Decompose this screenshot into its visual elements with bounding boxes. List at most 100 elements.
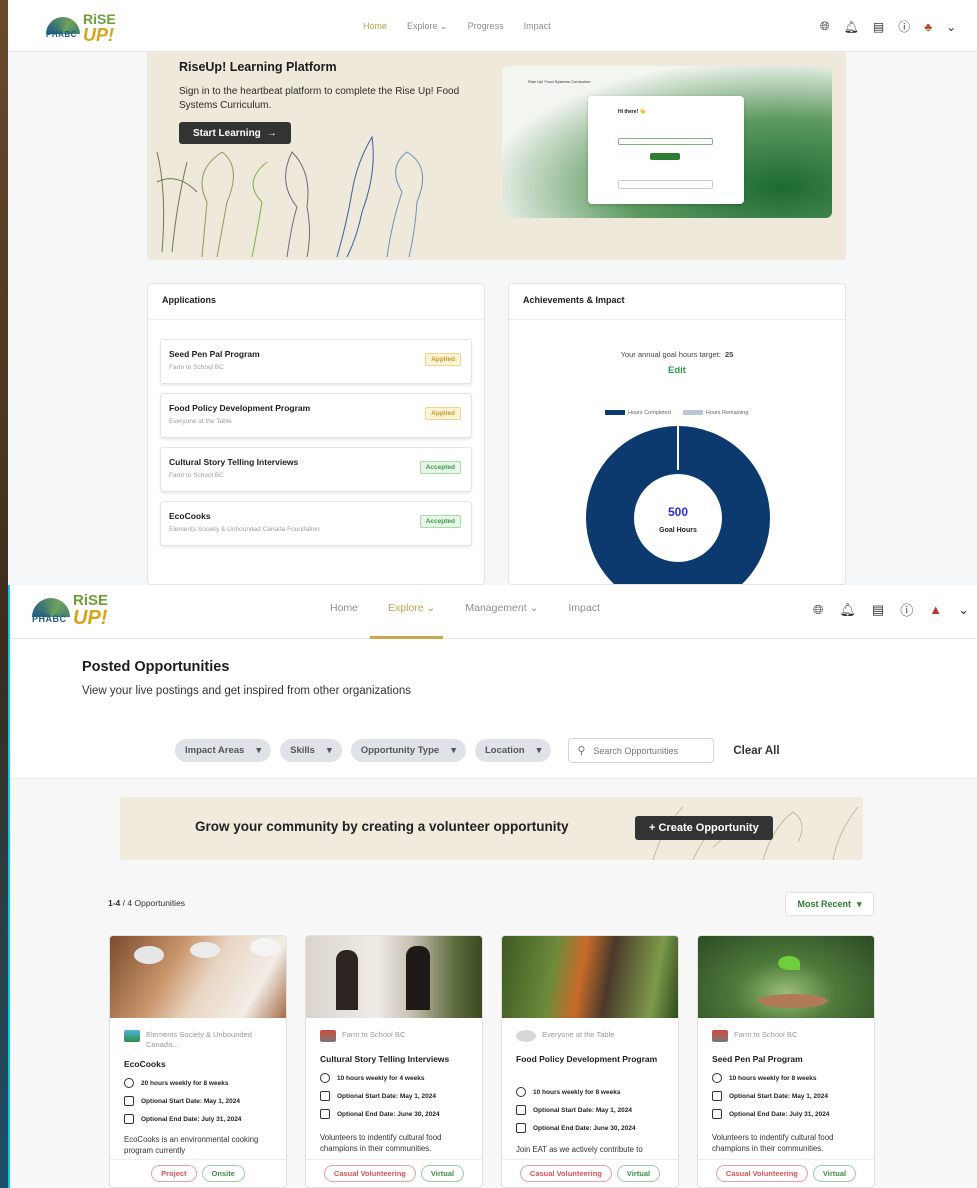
clear-all-button[interactable]: Clear All: [733, 745, 779, 757]
sort-dropdown[interactable]: Most Recent ▾: [785, 892, 874, 916]
clock-icon: [516, 1087, 526, 1097]
nav-home[interactable]: Home: [363, 21, 387, 32]
page-title: Posted Opportunities: [82, 659, 230, 675]
caret-down-icon: ▾: [256, 745, 262, 756]
org-logo-icon: [320, 1030, 336, 1042]
caret-down-icon: ▾: [326, 745, 332, 756]
application-item[interactable]: EcoCooks Elements Society & Unbounded Ca…: [160, 501, 472, 546]
help-icon[interactable]: ⓘ: [898, 18, 910, 35]
nav-management[interactable]: Management ⌄: [465, 602, 538, 614]
create-opportunity-button[interactable]: + Create Opportunity: [635, 816, 773, 840]
applications-title: Applications: [148, 284, 484, 320]
food-policy-photo: [502, 936, 678, 1018]
org-logo-icon: [124, 1030, 140, 1042]
org-logo-icon: [712, 1030, 728, 1042]
filter-opportunity-type[interactable]: Opportunity Type ▾: [350, 739, 466, 762]
chevron-down-icon[interactable]: ⌄: [958, 600, 969, 619]
header-actions: 🌐︎ 🔔︎ ▤ ⓘ ▲ ⌄: [813, 600, 969, 619]
posted-opportunities-screenshot: PHABC RiSE UP! Home Explore ⌄ Management…: [8, 585, 977, 1188]
preview-greeting: Hi there! 👋: [618, 109, 646, 115]
organization-name: Farm to School BC: [712, 1030, 867, 1042]
opportunity-card[interactable]: Everyone at the Table Food Policy Develo…: [501, 935, 679, 1188]
preview-title: Rise Up! Food Systems Curriculum: [528, 79, 591, 84]
nav-explore[interactable]: Explore ⌄: [388, 602, 435, 614]
end-date: Optional End Date: June 30, 2024: [516, 1123, 636, 1133]
application-org: Farm to School BC: [169, 472, 224, 479]
organization-name: Elements Society & Unbounded Canada...: [124, 1030, 279, 1050]
opportunity-card[interactable]: Elements Society & Unbounded Canada... E…: [109, 935, 287, 1188]
hours-commitment: 10 hours weekly for 8 weeks: [516, 1087, 620, 1097]
chevron-down-icon[interactable]: ⌄: [946, 18, 956, 35]
nav-impact[interactable]: Impact: [524, 21, 551, 32]
preview-google-button: [618, 180, 713, 189]
ecocooks-photo: [110, 936, 286, 1018]
opportunity-title: EcoCooks: [124, 1059, 166, 1069]
preview-continue-button: [650, 153, 680, 160]
filter-impact-areas[interactable]: Impact Areas ▾: [175, 739, 272, 762]
tag: Virtual: [812, 1165, 857, 1182]
status-badge: Accepted: [419, 461, 461, 474]
nav-progress[interactable]: Progress: [468, 21, 504, 32]
top-navbar: PHABC RiSE UP! Home Explore ⌄ Management…: [10, 585, 977, 639]
end-date: Optional End Date: July 31, 2024: [124, 1114, 241, 1124]
edit-goal-link[interactable]: Edit: [509, 365, 845, 376]
chevron-down-icon: ⌄: [426, 602, 436, 614]
hero-text: Sign in to the heartbeat platform to com…: [179, 86, 460, 111]
globe-icon[interactable]: 🌐︎: [820, 18, 830, 35]
platform-preview-image: Rise Up! Food Systems Curriculum Hi ther…: [502, 66, 832, 218]
avatar[interactable]: ♣: [924, 18, 932, 35]
opportunity-card[interactable]: Farm to School BC Seed Pen Pal Program 1…: [697, 935, 875, 1188]
page-header: Posted Opportunities View your live post…: [10, 639, 977, 779]
opportunity-card[interactable]: Farm to School BC Cultural Story Telling…: [305, 935, 483, 1188]
message-icon[interactable]: ▤: [873, 18, 884, 35]
help-icon[interactable]: ⓘ: [900, 600, 913, 619]
tag-list: Casual Volunteering Virtual: [502, 1159, 678, 1187]
tag: Casual Volunteering: [519, 1165, 612, 1182]
opportunity-title: Food Policy Development Program: [516, 1054, 658, 1064]
application-title: EcoCooks: [169, 511, 211, 521]
application-item[interactable]: Food Policy Development Program Everyone…: [160, 393, 472, 438]
opportunity-description: Join EAT as we actively contribute to: [516, 1145, 643, 1154]
avatar[interactable]: ▲: [929, 600, 942, 619]
opportunity-description: EcoCooks is an environmental cooking pro…: [124, 1135, 259, 1155]
message-icon[interactable]: ▤: [872, 600, 884, 619]
filter-skills[interactable]: Skills ▾: [280, 739, 342, 762]
achievements-title: Achievements & Impact: [509, 284, 845, 320]
vegetable-illustration: [156, 135, 424, 258]
org-logo-icon: [516, 1030, 536, 1042]
end-date: Optional End Date: June 30, 2024: [320, 1109, 440, 1119]
opportunity-description: Volunteers to indentify cultural food ch…: [712, 1133, 834, 1153]
banner-text: Grow your community by creating a volunt…: [195, 819, 569, 834]
preview-signin-card: Hi there! 👋: [588, 96, 744, 204]
organization-name: Farm to School BC: [320, 1030, 475, 1042]
goal-hours-donut-chart: 500 Goal Hours: [586, 422, 770, 584]
bell-icon[interactable]: 🔔︎: [844, 18, 859, 35]
tag-list: Casual Volunteering Virtual: [698, 1159, 874, 1187]
search-icon: ⚲: [577, 745, 586, 757]
search-input[interactable]: [593, 745, 704, 756]
legend-remaining: Hours Remaining: [682, 410, 748, 416]
end-date: Optional End Date: July 31, 2024: [712, 1109, 829, 1119]
hours-commitment: 10 hours weekly for 4 weeks: [320, 1073, 424, 1083]
application-item[interactable]: Seed Pen Pal Program Farm to School BC A…: [160, 339, 472, 384]
main-menu: Home Explore ⌄ Progress Impact: [363, 21, 551, 32]
nav-impact[interactable]: Impact: [568, 602, 600, 614]
application-item[interactable]: Cultural Story Telling Interviews Farm t…: [160, 447, 472, 492]
applications-panel: Applications Seed Pen Pal Program Farm t…: [147, 283, 485, 585]
bell-icon[interactable]: 🔔︎: [839, 600, 856, 619]
logo-mark: PHABC: [46, 17, 80, 39]
page-subtitle: View your live postings and get inspired…: [82, 685, 411, 697]
filter-bar: Impact Areas ▾ Skills ▾ Opportunity Type ▾ …: [175, 738, 780, 763]
chevron-down-icon: ⌄: [440, 21, 448, 31]
filter-location[interactable]: Location ▾: [474, 739, 552, 762]
top-navbar: PHABC RiSE UP! Home Explore ⌄ Progress I…: [8, 0, 977, 52]
learning-dashboard-screenshot: PHABC RiSE UP! Home Explore ⌄ Progress I…: [8, 0, 977, 585]
phabc-riseup-logo[interactable]: PHABC RiSE UP!: [46, 12, 116, 44]
tag: Casual Volunteering: [715, 1165, 808, 1182]
opportunity-title: Cultural Story Telling Interviews: [320, 1054, 450, 1064]
phabc-riseup-logo[interactable]: PHABC RiSE UP!: [32, 593, 108, 628]
achievements-panel: Achievements & Impact Your annual goal h…: [508, 283, 846, 585]
globe-icon[interactable]: 🌐︎: [813, 600, 823, 619]
nav-home[interactable]: Home: [330, 602, 358, 614]
nav-explore[interactable]: Explore ⌄: [407, 21, 448, 32]
